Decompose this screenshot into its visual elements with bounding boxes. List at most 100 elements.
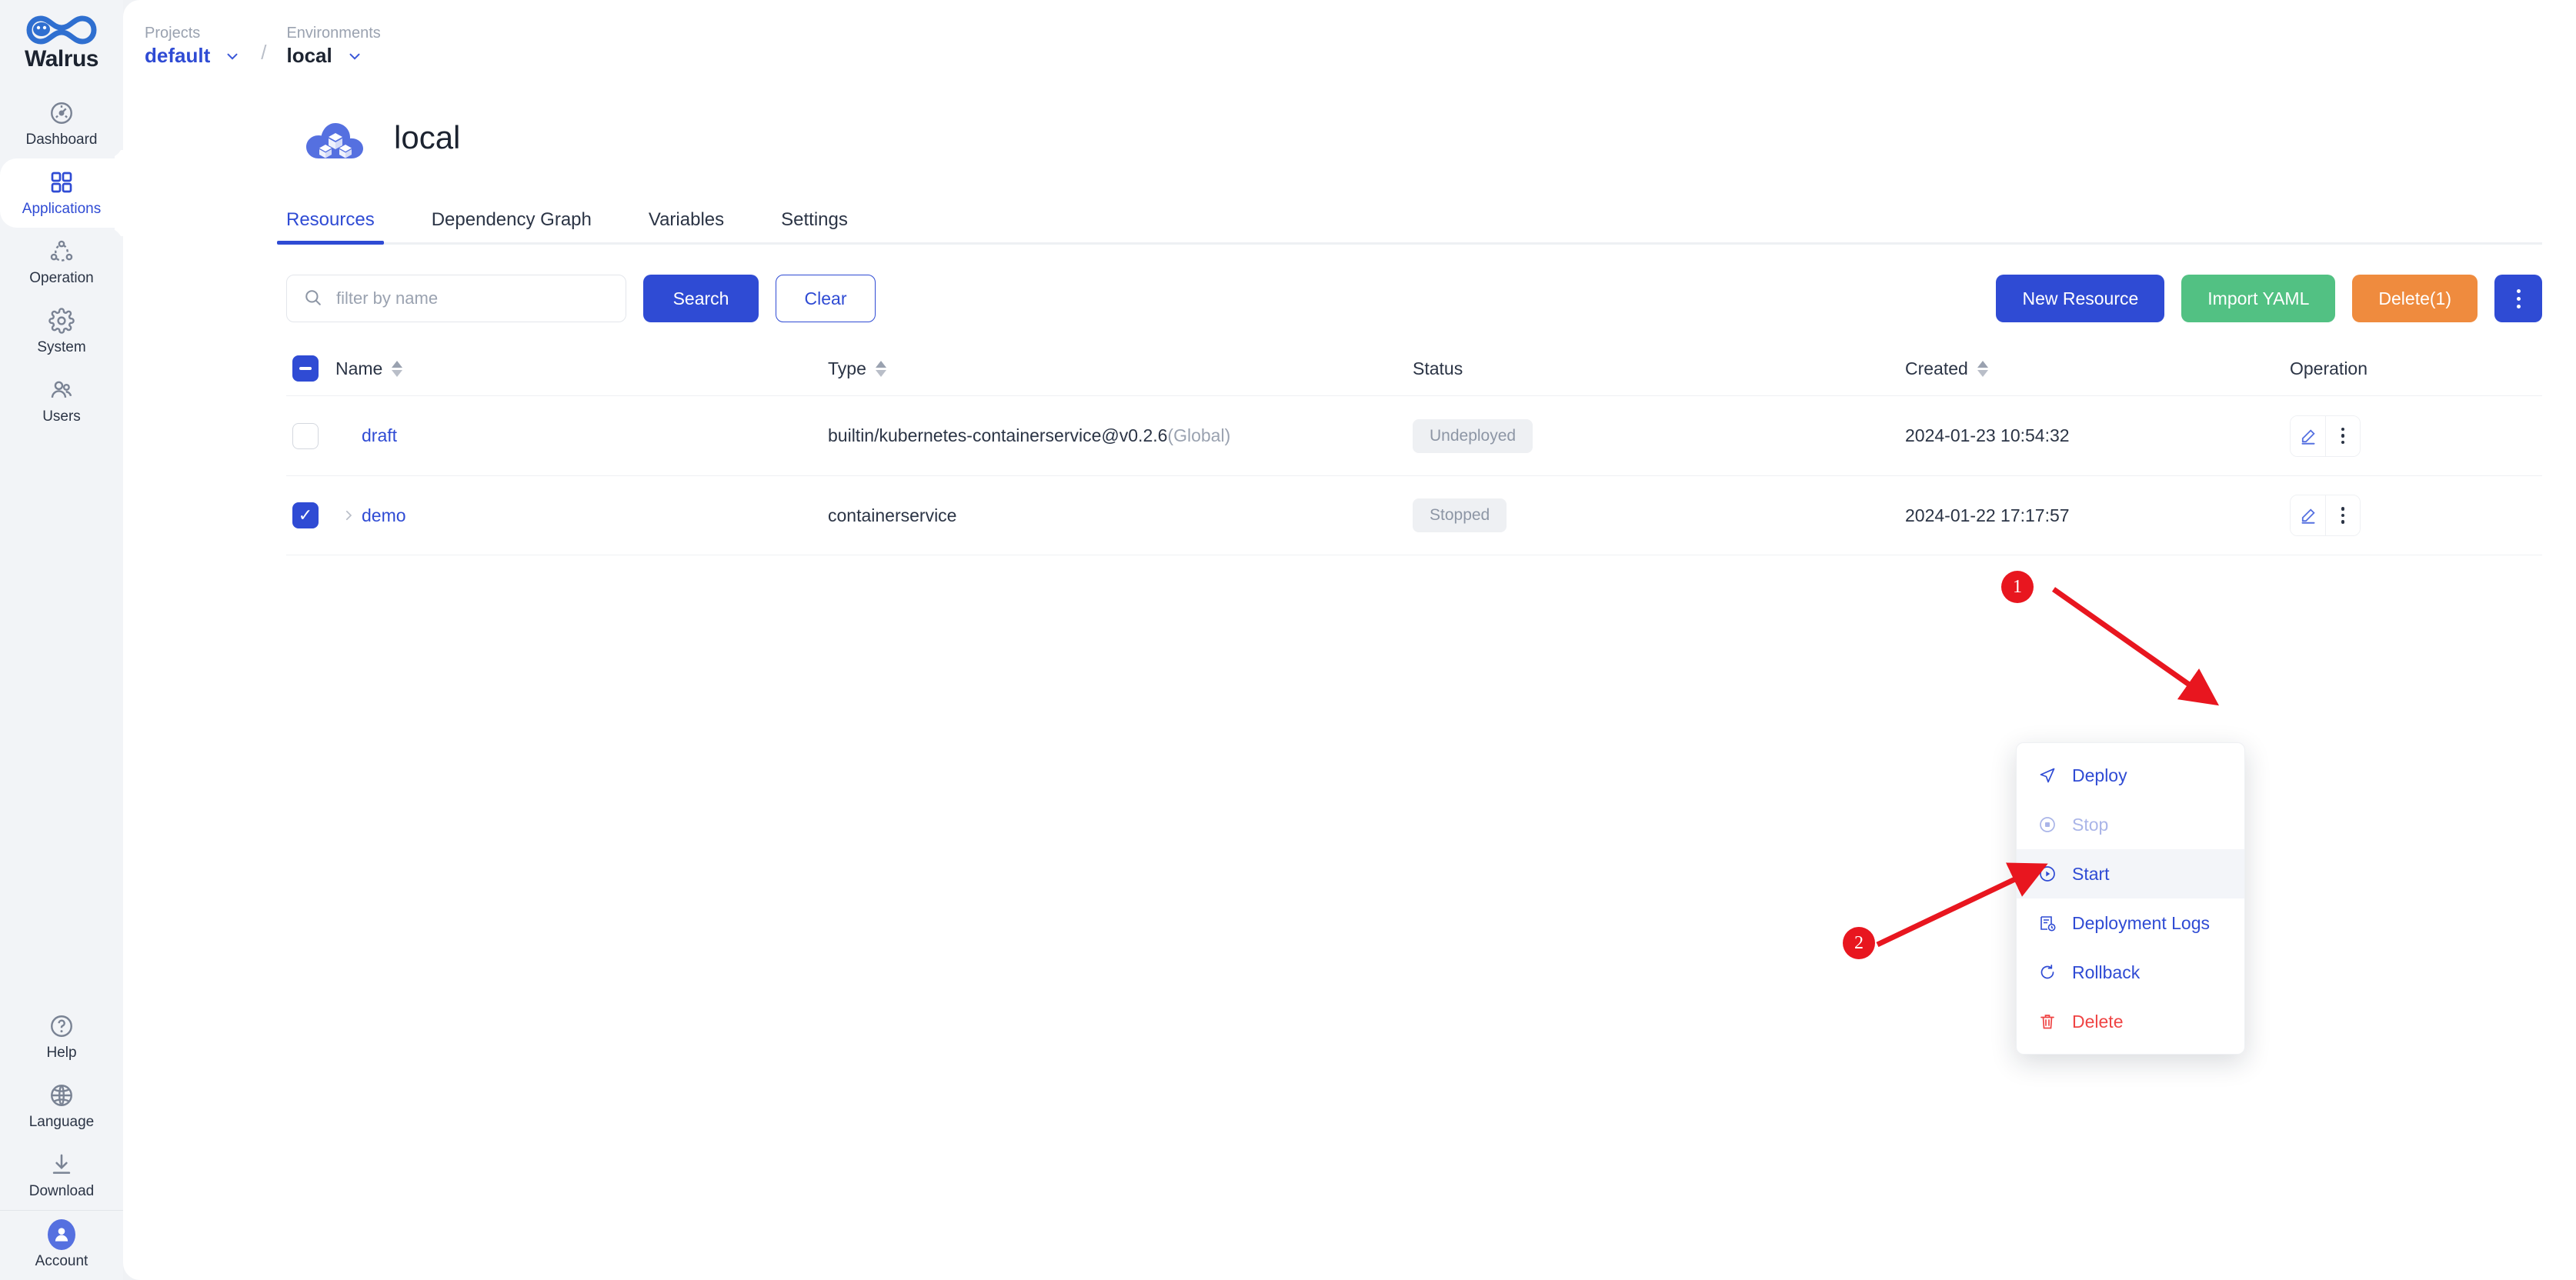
tab-variables[interactable]: Variables	[649, 209, 724, 245]
sort-toggle-icon[interactable]	[875, 360, 886, 377]
chevron-down-icon[interactable]	[224, 48, 241, 65]
row-name-cell: draft	[335, 425, 828, 446]
row-expander-icon[interactable]	[335, 508, 362, 522]
play-circle-icon	[2037, 863, 2058, 885]
annotation-marker-1: 1	[2001, 571, 2034, 603]
tab-bar: Resources Dependency Graph Variables Set…	[123, 188, 2576, 245]
tab-label: Dependency Graph	[431, 209, 592, 230]
select-all-checkbox[interactable]	[292, 355, 319, 382]
row-type-cell: containerservice	[828, 505, 1413, 526]
toolbar-actions: New Resource Import YAML Delete(1)	[1996, 275, 2542, 322]
sidebar-item-language[interactable]: Language	[0, 1072, 123, 1141]
table-row[interactable]: ✓ demo containerservice Stopped 2024-01-…	[286, 475, 2542, 555]
column-label: Type	[828, 358, 866, 378]
breadcrumb-project-value: default	[145, 44, 211, 68]
sidebar-item-label: Account	[35, 1253, 88, 1269]
menu-item-delete[interactable]: Delete	[2017, 997, 2244, 1046]
tab-resources[interactable]: Resources	[277, 209, 384, 245]
menu-item-label: Deploy	[2072, 765, 2127, 785]
sidebar-item-help[interactable]: Help	[0, 1002, 123, 1072]
sidebar-item-label: Users	[42, 408, 81, 425]
annotation-number: 2	[1843, 927, 1875, 959]
vertical-dots-icon	[2341, 507, 2345, 524]
column-header-type[interactable]: Type	[828, 358, 1413, 379]
row-created-cell: 2024-01-22 17:17:57	[1905, 505, 2070, 525]
row-operation-cell	[2290, 415, 2536, 457]
brand-logo[interactable]: Walrus	[22, 11, 102, 72]
sidebar-item-system[interactable]: System	[0, 297, 123, 366]
sidebar-item-label: Operation	[29, 270, 94, 286]
users-icon	[48, 376, 75, 404]
breadcrumb-projects[interactable]: Projects default	[145, 24, 241, 68]
edit-button[interactable]	[2291, 415, 2325, 456]
brand-name: Walrus	[25, 46, 98, 72]
stop-circle-icon	[2037, 814, 2058, 835]
menu-item-start[interactable]: Start	[2017, 849, 2244, 898]
menu-item-label: Deployment Logs	[2072, 912, 2210, 933]
annotation-number: 1	[2001, 571, 2034, 603]
sidebar-item-operation[interactable]: Operation	[0, 228, 123, 297]
tab-dependency-graph[interactable]: Dependency Graph	[432, 209, 592, 245]
resource-name-link[interactable]: draft	[362, 425, 397, 446]
question-circle-icon	[48, 1012, 75, 1040]
user-avatar-icon	[48, 1219, 75, 1250]
row-checkbox[interactable]	[292, 422, 319, 449]
column-label: Operation	[2290, 358, 2368, 378]
resource-type: containerservice	[828, 505, 957, 525]
sort-toggle-icon[interactable]	[392, 360, 403, 377]
sidebar-item-label: System	[37, 339, 86, 355]
row-more-button[interactable]	[2325, 415, 2360, 456]
menu-item-label: Start	[2072, 863, 2110, 884]
row-type-cell: builtin/kubernetes-containerservice@v0.2…	[828, 425, 1413, 446]
logs-clock-icon	[2037, 912, 2058, 934]
send-plane-icon	[2037, 765, 2058, 786]
rollback-arrow-icon	[2037, 962, 2058, 983]
download-icon	[48, 1151, 75, 1178]
sidebar-item-download[interactable]: Download	[0, 1141, 123, 1210]
row-context-menu: Deploy Stop Start Deployment Logs Rollba…	[2016, 742, 2245, 1055]
edit-button[interactable]	[2291, 495, 2325, 535]
page-title: local	[394, 119, 461, 155]
annotation-marker-2: 2	[1843, 927, 1875, 959]
menu-item-label: Delete	[2072, 1011, 2124, 1032]
tab-settings[interactable]: Settings	[781, 209, 848, 245]
new-resource-button[interactable]: New Resource	[1996, 275, 2165, 322]
column-label: Status	[1413, 358, 1463, 378]
trash-icon	[2037, 1011, 2058, 1032]
clear-button[interactable]: Clear	[776, 275, 876, 322]
resource-type-scope: (Global)	[1167, 425, 1231, 445]
column-header-operation: Operation	[2290, 358, 2536, 379]
search-field-wrapper	[286, 275, 626, 322]
table-row[interactable]: draft builtin/kubernetes-containerservic…	[286, 395, 2542, 475]
tab-label: Resources	[286, 209, 375, 230]
toolbar-more-button[interactable]	[2494, 275, 2542, 322]
sidebar-item-label: Help	[46, 1045, 77, 1061]
sidebar-item-users[interactable]: Users	[0, 366, 123, 435]
resource-name-link[interactable]: demo	[362, 505, 406, 526]
column-header-created[interactable]: Created	[1905, 358, 2290, 379]
delete-button[interactable]: Delete(1)	[2352, 275, 2478, 322]
sort-toggle-icon[interactable]	[1977, 360, 1988, 377]
tab-label: Settings	[781, 209, 848, 230]
menu-item-rollback[interactable]: Rollback	[2017, 948, 2244, 997]
sidebar-item-applications[interactable]: Applications	[0, 158, 123, 228]
row-created-cell: 2024-01-23 10:54:32	[1905, 425, 2070, 445]
status-badge: Stopped	[1413, 498, 1507, 532]
tab-label: Variables	[648, 209, 725, 230]
menu-item-deployment-logs[interactable]: Deployment Logs	[2017, 898, 2244, 948]
row-checkbox[interactable]: ✓	[292, 502, 319, 528]
breadcrumb-projects-label: Projects	[145, 25, 201, 42]
sidebar-item-account[interactable]: Account	[0, 1211, 123, 1280]
sidebar-item-dashboard[interactable]: Dashboard	[0, 89, 123, 158]
breadcrumb: Projects default / Environments local	[123, 0, 2576, 92]
row-more-button[interactable]	[2325, 495, 2360, 535]
column-label: Created	[1905, 358, 1968, 378]
menu-item-deploy[interactable]: Deploy	[2017, 751, 2244, 800]
import-yaml-button[interactable]: Import YAML	[2181, 275, 2336, 322]
column-header-name[interactable]: Name	[335, 358, 828, 379]
breadcrumb-environments[interactable]: Environments local	[286, 24, 380, 68]
status-badge: Undeployed	[1413, 418, 1533, 453]
search-button[interactable]: Search	[643, 275, 759, 322]
chevron-down-icon[interactable]	[346, 48, 363, 65]
search-input[interactable]	[286, 275, 626, 322]
